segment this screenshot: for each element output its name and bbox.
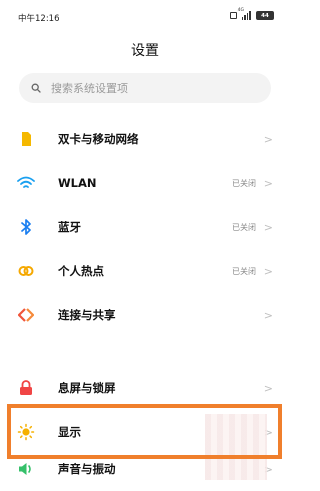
chevron-right-icon: > [263, 264, 273, 278]
hotspot-icon [17, 262, 35, 280]
status-bar: 中午12:16 4G 44 [0, 0, 290, 30]
settings-item-value: 已关闭 [232, 222, 256, 232]
sim-status-icon [229, 12, 237, 19]
settings-item-connection-share[interactable]: 连接与共享 > [0, 293, 290, 337]
battery-icon: 44 [256, 11, 274, 20]
settings-item-label: 个人热点 [58, 264, 104, 278]
highlight-box [7, 404, 282, 459]
search-placeholder: 搜索系统设置项 [51, 82, 128, 95]
search-input[interactable]: 搜索系统设置项 [19, 73, 271, 103]
search-icon [31, 83, 41, 93]
chevron-right-icon: > [263, 220, 273, 234]
chevron-right-icon: > [263, 176, 273, 190]
signal-icon: 4G [238, 8, 251, 20]
settings-item-value: 已关闭 [232, 178, 256, 188]
lock-icon [17, 379, 35, 397]
status-icons: 4G 44 [229, 8, 274, 20]
settings-item-wlan[interactable]: WLAN 已关闭 > [0, 161, 290, 205]
wifi-icon [17, 174, 35, 192]
settings-item-label: 息屏与锁屏 [58, 381, 116, 395]
network-type-icon: 4G [237, 8, 244, 13]
chevron-right-icon: > [263, 132, 273, 146]
section-divider [0, 340, 290, 352]
settings-item-hotspot[interactable]: 个人热点 已关闭 > [0, 249, 290, 293]
settings-item-label: WLAN [58, 176, 97, 190]
chevron-right-icon: > [263, 308, 273, 322]
settings-item-sim-network[interactable]: 双卡与移动网络 > [0, 117, 290, 161]
bluetooth-icon [17, 218, 35, 236]
speaker-icon [17, 460, 35, 478]
connection-share-icon [17, 306, 35, 324]
sim-card-icon [17, 130, 35, 148]
chevron-right-icon: > [263, 381, 273, 395]
settings-item-label: 蓝牙 [58, 220, 81, 234]
settings-item-value: 已关闭 [232, 266, 256, 276]
settings-item-label: 连接与共享 [58, 308, 116, 322]
settings-item-label: 声音与振动 [58, 462, 116, 476]
settings-item-label: 双卡与移动网络 [58, 132, 139, 146]
page-title: 设置 [131, 43, 159, 59]
status-time: 中午12:16 [18, 14, 60, 24]
settings-item-bluetooth[interactable]: 蓝牙 已关闭 > [0, 205, 290, 249]
